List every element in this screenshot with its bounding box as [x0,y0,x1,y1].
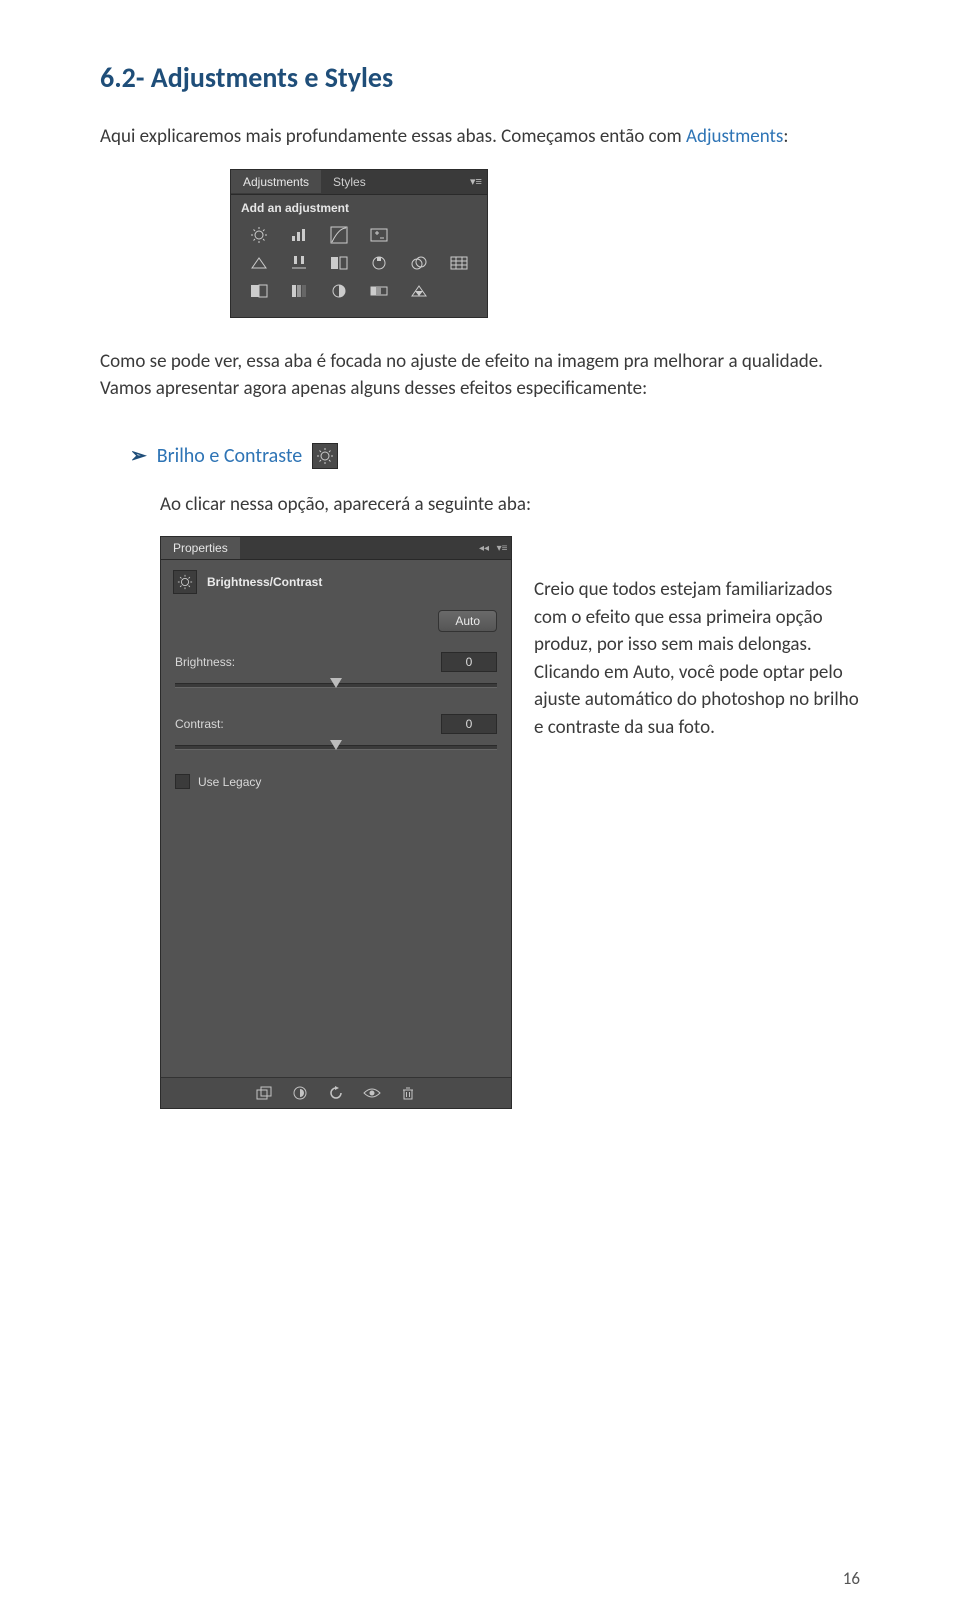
contrast-label: Contrast: [175,717,224,731]
contrast-slider-thumb[interactable] [330,740,342,750]
use-legacy-checkbox[interactable] [175,774,190,789]
bullet-brilho-contraste: ➢ Brilho e Contraste [130,443,860,469]
properties-title: Brightness/Contrast [207,575,322,589]
indented-paragraph: Ao clicar nessa opção, aparecerá a segui… [160,491,860,519]
visibility-icon[interactable] [363,1084,381,1102]
reset-icon[interactable] [327,1084,345,1102]
mid-paragraph: Como se pode ver, essa aba é focada no a… [100,348,860,403]
tab-adjustments[interactable]: Adjustments [231,170,321,193]
properties-panel: Properties ◂◂ ▾≡ Brightness/Contrast Aut… [160,536,512,1109]
channel-mixer-icon[interactable] [441,251,477,275]
adjustments-panel-tabs: Adjustments Styles ▾≡ [231,170,487,195]
side-explanation: Creio que todos estejam familiarizados c… [534,536,860,741]
use-legacy-row: Use Legacy [161,760,511,797]
contrast-slider[interactable] [175,740,497,754]
adjustments-panel: Adjustments Styles ▾≡ Add an adjustment [230,169,488,318]
delete-icon[interactable] [399,1084,417,1102]
adjustments-subheading: Add an adjustment [231,195,487,217]
properties-footer [161,1077,511,1108]
panel-menu-icon[interactable]: ▾≡ [493,543,511,554]
intro-text-1: Aqui explicaremos mais profundamente ess… [100,125,686,148]
section-heading: 6.2- Adjustments e Styles [100,60,860,95]
levels-icon[interactable] [281,223,317,247]
brightness-contrast-prop-icon [173,570,197,594]
page-number: 16 [843,1568,860,1589]
brightness-slider-thumb[interactable] [330,678,342,688]
clip-to-layer-icon[interactable] [255,1084,273,1102]
brightness-value[interactable]: 0 [441,652,497,672]
tab-styles[interactable]: Styles [321,170,378,193]
curves-icon[interactable] [321,223,357,247]
brightness-contrast-icon[interactable] [241,223,277,247]
adjustments-icon-grid [231,217,487,317]
use-legacy-label: Use Legacy [198,775,261,789]
gradient-map-icon[interactable] [361,279,397,303]
brightness-label: Brightness: [175,655,235,669]
exposure-icon[interactable] [361,223,397,247]
auto-button[interactable]: Auto [438,610,497,632]
posterize-icon[interactable] [281,279,317,303]
selective-color-icon[interactable] [401,279,437,303]
intro-text-2: : [783,125,788,148]
color-balance-icon[interactable] [321,251,357,275]
black-white-icon[interactable] [361,251,397,275]
vibrance-icon[interactable] [241,251,277,275]
view-previous-icon[interactable] [291,1084,309,1102]
brightness-contrast-tile-icon [312,443,338,469]
invert-icon[interactable] [241,279,277,303]
intro-paragraph: Aqui explicaremos mais profundamente ess… [100,123,860,151]
bullet-label: Brilho e Contraste [157,444,303,468]
threshold-icon[interactable] [321,279,357,303]
bullet-arrow-icon: ➢ [130,443,147,468]
hue-saturation-icon[interactable] [281,251,317,275]
panel-menu-icon[interactable]: ▾≡ [465,175,487,188]
brightness-slider[interactable] [175,678,497,692]
tab-properties[interactable]: Properties [161,537,240,559]
properties-panel-tabs: Properties ◂◂ ▾≡ [161,537,511,560]
properties-title-row: Brightness/Contrast [161,560,511,600]
contrast-value[interactable]: 0 [441,714,497,734]
adjustments-link: Adjustments [686,125,783,148]
properties-empty-space [161,797,511,1077]
panel-prev-icon[interactable]: ◂◂ [475,543,493,554]
photo-filter-icon[interactable] [401,251,437,275]
